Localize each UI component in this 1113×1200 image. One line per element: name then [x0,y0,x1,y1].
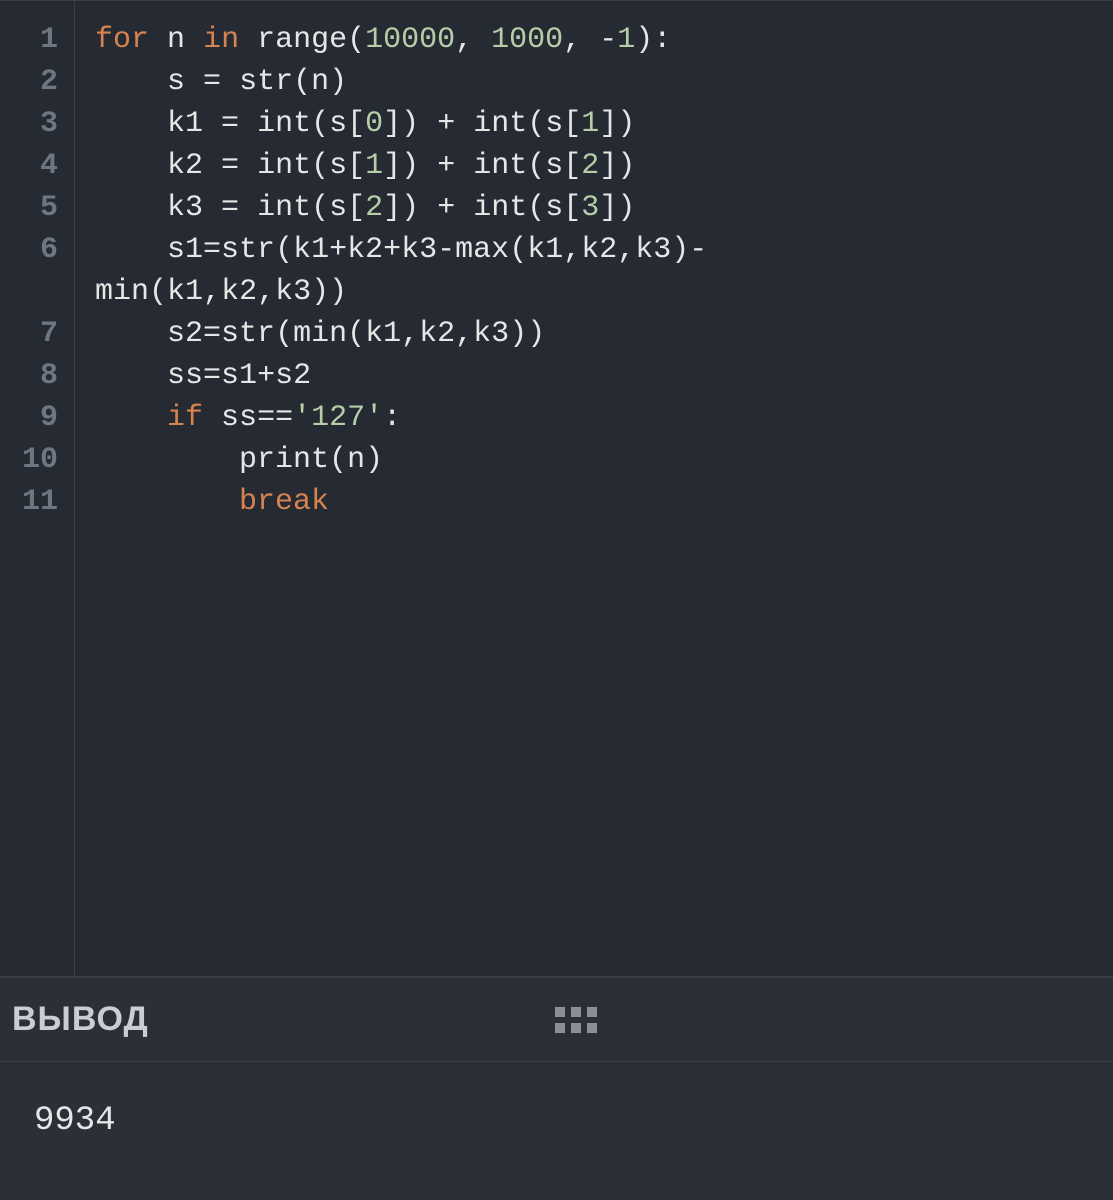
line-number: 9 [0,397,58,439]
line-number: 1 [0,19,58,61]
output-header: ВЫВОД [0,978,1113,1062]
drag-handle-icon[interactable] [555,1007,597,1033]
editor-area: 123456 7891011 for n in range(10000, 100… [0,0,1113,976]
code-line[interactable]: ss=s1+s2 [95,355,707,397]
output-panel: ВЫВОД 9934 [0,976,1113,1200]
line-number-gutter: 123456 7891011 [0,1,75,976]
line-number: 8 [0,355,58,397]
line-number: 7 [0,313,58,355]
code-line[interactable]: s1=str(k1+k2+k3-max(k1,k2,k3)- min(k1,k2… [95,229,707,313]
output-body: 9934 [0,1062,1113,1200]
code-line[interactable]: k3 = int(s[2]) + int(s[3]) [95,187,707,229]
line-number: 5 [0,187,58,229]
line-number: 10 [0,439,58,481]
code-editor[interactable]: for n in range(10000, 1000, -1): s = str… [75,1,707,976]
line-number: 3 [0,103,58,145]
code-line[interactable]: if ss=='127': [95,397,707,439]
line-number: 11 [0,481,58,523]
code-line[interactable]: for n in range(10000, 1000, -1): [95,19,707,61]
output-result: 9934 [34,1102,116,1140]
code-line[interactable]: k2 = int(s[1]) + int(s[2]) [95,145,707,187]
code-line[interactable]: print(n) [95,439,707,481]
code-line[interactable]: k1 = int(s[0]) + int(s[1]) [95,103,707,145]
code-line[interactable]: break [95,481,707,523]
line-number: 2 [0,61,58,103]
line-number: 6 [0,229,58,271]
code-line[interactable]: s = str(n) [95,61,707,103]
line-number: 4 [0,145,58,187]
output-title: ВЫВОД [12,1000,149,1039]
code-line[interactable]: s2=str(min(k1,k2,k3)) [95,313,707,355]
